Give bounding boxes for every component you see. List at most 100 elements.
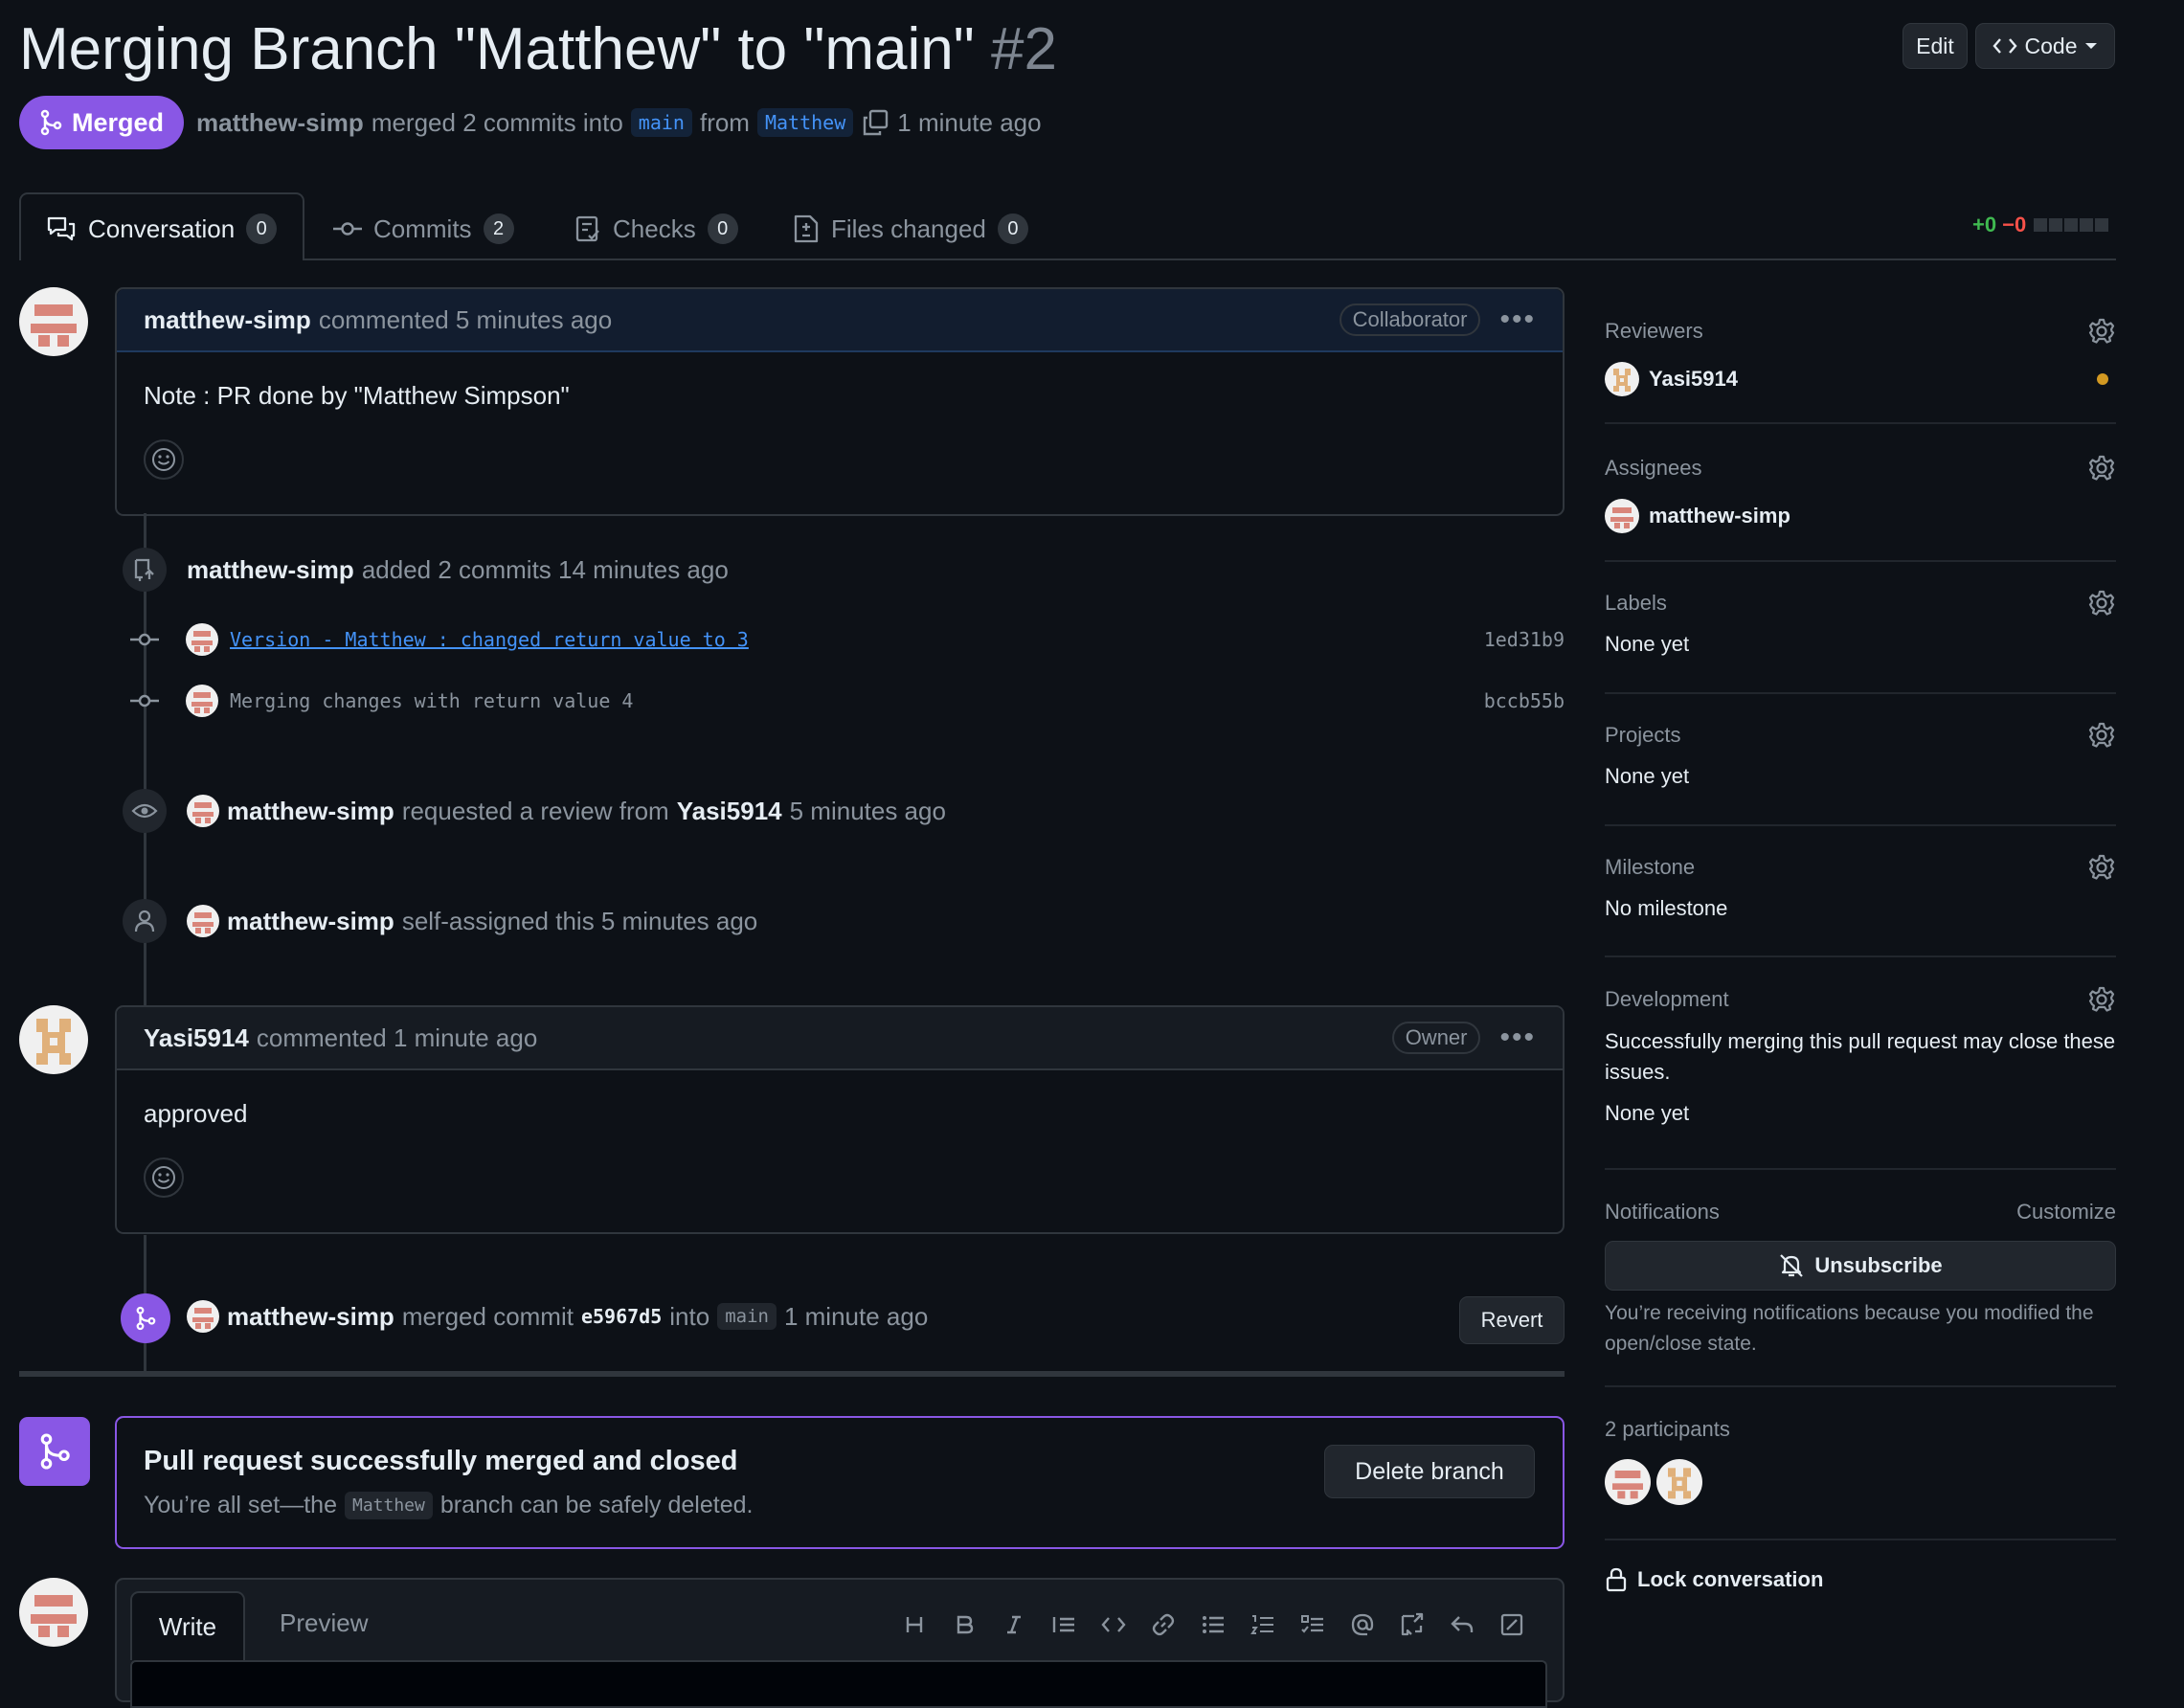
branch-pill[interactable]: Matthew [344, 1492, 433, 1519]
lock-conversation-link[interactable]: Lock conversation [1605, 1566, 1823, 1593]
commit-sha[interactable]: 1ed31b9 [1484, 628, 1565, 651]
customize-link[interactable]: Customize [2016, 1200, 2116, 1225]
commit-message[interactable]: Merging changes with return value 4 [230, 689, 633, 712]
tab-write[interactable]: Write [130, 1591, 245, 1660]
development-heading[interactable]: Development [1605, 987, 1729, 1012]
tab-files-changed[interactable]: Files changed 0 [793, 205, 1028, 253]
event-author[interactable]: matthew-simp [227, 797, 394, 826]
lock-icon [1605, 1566, 1628, 1593]
event-time[interactable]: 5 minutes ago [790, 797, 946, 826]
milestone-heading[interactable]: Milestone [1605, 855, 1695, 880]
event-author[interactable]: matthew-simp [227, 1302, 394, 1332]
bulleted-list-icon[interactable] [1197, 1608, 1229, 1641]
event-author[interactable]: matthew-simp [187, 555, 354, 585]
commit-message-link[interactable]: Version - Matthew : changed return value… [230, 628, 749, 651]
lines-removed: −0 [2002, 213, 2027, 236]
avatar[interactable] [187, 1300, 219, 1333]
reviewers-heading[interactable]: Reviewers [1605, 319, 1703, 344]
copy-icon[interactable] [861, 108, 889, 137]
gear-icon[interactable] [2087, 853, 2116, 882]
bold-icon[interactable] [948, 1608, 980, 1641]
assignees-heading[interactable]: Assignees [1605, 456, 1702, 481]
reviewer-name[interactable]: Yasi5914 [1649, 367, 1738, 392]
labels-heading[interactable]: Labels [1605, 591, 1667, 616]
avatar[interactable] [1605, 499, 1639, 533]
avatar[interactable] [19, 1005, 88, 1074]
participant-avatar[interactable] [1656, 1459, 1702, 1505]
avatar[interactable] [19, 287, 88, 356]
tab-checks[interactable]: Checks 0 [574, 205, 738, 253]
code-button[interactable]: Code [1975, 23, 2115, 69]
assignee-name[interactable]: matthew-simp [1649, 504, 1790, 528]
timeline-end-divider [19, 1371, 1565, 1377]
commit-sha[interactable]: e5967d5 [581, 1305, 662, 1328]
event-text: merged commit [401, 1301, 574, 1331]
preview-label: Preview [280, 1608, 369, 1637]
gear-icon[interactable] [2087, 985, 2116, 1014]
into-text: into [669, 1301, 710, 1331]
milestone-value: No milestone [1605, 896, 1728, 920]
avatar[interactable] [187, 905, 219, 937]
tab-commits[interactable]: Commits 2 [333, 205, 514, 253]
comment-header: matthew-simp commented 5 minutes ago Col… [117, 289, 1563, 352]
base-branch[interactable]: main [630, 108, 692, 137]
sidebar-divider [1605, 422, 2116, 424]
numbered-list-icon[interactable] [1247, 1608, 1279, 1641]
tab-label: Files changed [831, 214, 986, 243]
smiley-icon[interactable] [144, 1157, 184, 1198]
revert-button[interactable]: Revert [1459, 1296, 1565, 1344]
avatar[interactable] [19, 1578, 88, 1647]
branch-pill[interactable]: main [717, 1303, 777, 1330]
merge-icon [121, 1293, 170, 1343]
tab-conversation[interactable]: Conversation 0 [46, 205, 278, 253]
role-badge: Collaborator [1339, 303, 1481, 336]
delete-branch-button[interactable]: Delete branch [1324, 1445, 1535, 1498]
tab-preview[interactable]: Preview [280, 1608, 368, 1638]
event-author[interactable]: matthew-simp [227, 907, 394, 936]
event-time[interactable]: 1 minute ago [784, 1302, 928, 1332]
avatar[interactable] [186, 623, 218, 656]
link-icon[interactable] [1147, 1608, 1180, 1641]
mention-icon[interactable] [1346, 1608, 1379, 1641]
gear-icon[interactable] [2087, 589, 2116, 618]
avatar[interactable] [1605, 362, 1639, 396]
edit-button[interactable]: Edit [1903, 23, 1968, 69]
commit-sha[interactable]: bccb55b [1484, 689, 1565, 712]
gear-icon[interactable] [2087, 454, 2116, 483]
comment-author[interactable]: Yasi5914 [144, 1023, 249, 1053]
tab-counter: 2 [483, 214, 514, 244]
italic-icon[interactable] [998, 1608, 1030, 1641]
commits-event: matthew-simp added 2 commits 14 minutes … [187, 550, 729, 590]
head-branch[interactable]: Matthew [756, 108, 854, 137]
bell-slash-icon [1778, 1252, 1805, 1279]
projects-heading[interactable]: Projects [1605, 723, 1680, 748]
gear-icon[interactable] [2087, 721, 2116, 750]
avatar[interactable] [186, 685, 218, 717]
tab-counter: 0 [246, 214, 278, 244]
comment-text: Note : PR done by "Matthew Simpson" [144, 381, 570, 410]
kebab-menu-icon[interactable]: ••• [1499, 303, 1536, 336]
smiley-icon[interactable] [144, 439, 184, 480]
cross-reference-icon[interactable] [1396, 1608, 1429, 1641]
comment-meta[interactable]: commented 5 minutes ago [319, 305, 612, 335]
gear-icon[interactable] [2087, 317, 2116, 346]
unsubscribe-button[interactable]: Unsubscribe [1605, 1241, 2116, 1291]
comment-meta[interactable]: commented 1 minute ago [257, 1023, 537, 1053]
fullscreen-icon[interactable] [1496, 1608, 1528, 1641]
comment-textarea[interactable] [130, 1660, 1547, 1708]
notifications-reason: You’re receiving notifications because y… [1605, 1302, 2094, 1355]
avatar[interactable] [187, 795, 219, 827]
task-list-icon[interactable] [1296, 1608, 1329, 1641]
kebab-menu-icon[interactable]: ••• [1499, 1022, 1536, 1054]
comment-author[interactable]: matthew-simp [144, 305, 311, 335]
reply-icon[interactable] [1446, 1608, 1478, 1641]
reviewer-link[interactable]: Yasi5914 [677, 797, 782, 826]
tabs-divider [19, 258, 2116, 260]
author-link[interactable]: matthew-simp [196, 108, 364, 138]
quote-icon[interactable] [1047, 1608, 1080, 1641]
review-event: matthew-simp requested a review from Yas… [187, 791, 946, 831]
code-icon[interactable] [1097, 1608, 1130, 1641]
participant-avatar[interactable] [1605, 1459, 1651, 1505]
sidebar-assignees: Assignees matthew-simp [1605, 453, 2116, 535]
heading-icon[interactable] [898, 1608, 931, 1641]
